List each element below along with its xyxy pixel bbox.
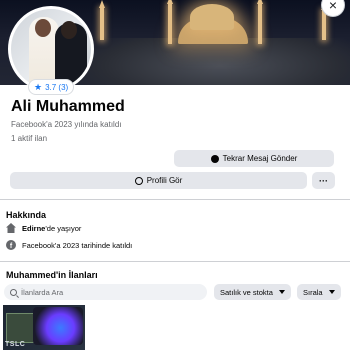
sort-label: Sırala [303,287,323,297]
availability-filter-dropdown[interactable]: Satılık ve stokta [214,284,291,300]
more-icon: ··· [319,175,328,186]
search-input[interactable] [21,287,191,297]
send-message-label: Tekrar Mesaj Gönder [222,154,298,163]
caret-down-icon [329,290,335,294]
close-icon: × [328,0,338,13]
availability-filter-label: Satılık ve stokta [220,287,273,297]
search-icon [10,288,17,296]
caret-down-icon [279,290,285,294]
sort-dropdown[interactable]: Sırala [297,284,341,300]
listings-title: Muhammed'in İlanları [6,270,98,280]
facebook-icon: f [6,240,16,250]
active-listings-count: 1 aktif ilan [11,134,48,143]
about-title: Hakkında [6,210,47,220]
star-icon: ★ [34,81,43,92]
profile-name: Ali Muhammed [11,98,125,115]
view-profile-label: Profili Gör [146,176,183,185]
divider [0,261,350,262]
listing-thumbnail[interactable]: TSLC [3,305,85,350]
view-profile-button[interactable]: Profili Gör [10,172,307,189]
facebook-joined-row: f Facebook'a 2023 tarihinde katıldı [6,240,132,250]
home-icon [6,223,16,233]
location-suffix: 'de yaşıyor [45,223,82,233]
listing-brand-text: TSLC [5,341,26,348]
facebook-joined-text: Facebook'a 2023 tarihinde katıldı [22,240,133,250]
send-message-button[interactable]: Tekrar Mesaj Gönder [174,150,334,167]
joined-text: Facebook'a 2023 yılında katıldı [11,120,122,129]
location-row: Edirne'de yaşıyor [6,223,81,233]
listings-search[interactable] [4,284,207,300]
messenger-icon [210,154,219,163]
rating-badge[interactable]: ★ 3.7 (3) [28,79,75,95]
divider [0,199,350,200]
person-icon [134,176,143,185]
rating-value: 3.7 (3) [45,82,69,92]
more-options-button[interactable]: ··· [312,172,335,189]
location-city[interactable]: Edirne [22,224,45,233]
